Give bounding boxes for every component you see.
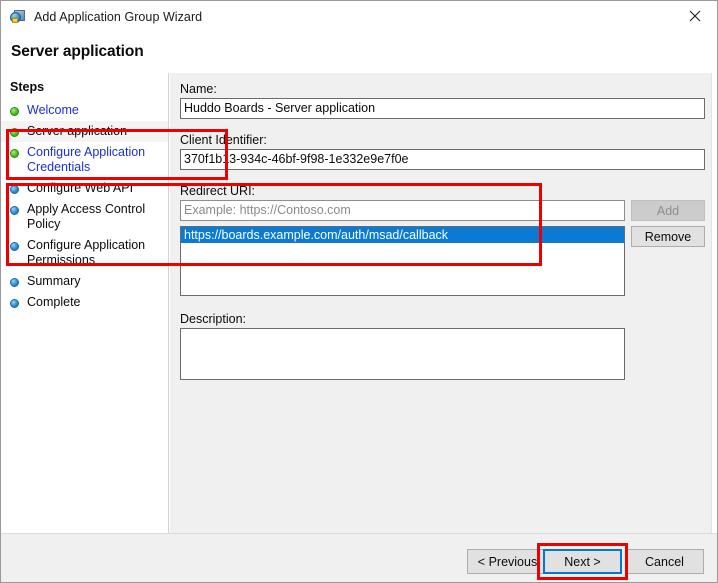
sidebar-item-configure-application-permissions[interactable]: Configure Application Permissions — [1, 235, 168, 271]
sidebar-item-welcome[interactable]: Welcome — [1, 100, 168, 121]
application-group-icon — [10, 9, 26, 25]
next-button[interactable]: Next > — [543, 549, 622, 574]
client-identifier-input[interactable]: 370f1b13-934c-46bf-9f98-1e332e9e7f0e — [180, 149, 705, 170]
sidebar-item-label: Configure Application Credentials — [27, 145, 146, 174]
list-item[interactable]: https://boards.example.com/auth/msad/cal… — [181, 227, 624, 243]
previous-button[interactable]: < Previous — [467, 549, 548, 574]
sidebar-item-label: Apply Access Control Policy — [27, 202, 146, 231]
sidebar-item-label: Configure Web API — [27, 181, 134, 195]
steps-heading: Steps — [10, 80, 45, 94]
step-status-green-icon — [10, 149, 19, 158]
steps-sidebar: Steps Welcome Server application Configu… — [1, 73, 169, 533]
step-status-blue-icon — [10, 299, 19, 308]
name-input[interactable]: Huddo Boards - Server application — [180, 98, 705, 119]
step-status-blue-icon — [10, 185, 19, 194]
wizard-body: Steps Welcome Server application Configu… — [1, 73, 717, 533]
page-title: Server application — [11, 43, 144, 60]
page-header: Server application — [1, 32, 717, 73]
sidebar-item-complete[interactable]: Complete — [1, 292, 168, 313]
add-button[interactable]: Add — [631, 200, 705, 221]
client-identifier-label: Client Identifier: — [180, 133, 267, 147]
step-status-blue-icon — [10, 278, 19, 287]
sidebar-item-server-application[interactable]: Server application — [1, 121, 168, 142]
step-status-blue-icon — [10, 206, 19, 215]
wizard-footer: < Previous Next > Cancel — [1, 533, 717, 582]
sidebar-item-label: Configure Application Permissions — [27, 238, 146, 267]
step-status-blue-icon — [10, 242, 19, 251]
name-label: Name: — [180, 82, 217, 96]
sidebar-item-label: Summary — [27, 274, 81, 288]
redirect-uri-label: Redirect URI: — [180, 184, 256, 198]
sidebar-item-apply-access-control-policy[interactable]: Apply Access Control Policy — [1, 199, 168, 235]
wizard-window: Add Application Group Wizard Server appl… — [0, 0, 718, 583]
close-icon[interactable] — [672, 1, 717, 31]
sidebar-item-summary[interactable]: Summary — [1, 271, 168, 292]
sidebar-item-configure-web-api[interactable]: Configure Web API — [1, 178, 168, 199]
steps-list: Welcome Server application Configure App… — [1, 100, 168, 313]
window-title: Add Application Group Wizard — [34, 9, 203, 24]
sidebar-item-configure-application-credentials[interactable]: Configure Application Credentials — [1, 142, 168, 178]
redirect-uri-input[interactable]: Example: https://Contoso.com — [180, 200, 625, 221]
sidebar-item-label: Welcome — [27, 103, 79, 117]
sidebar-item-label: Complete — [27, 295, 81, 309]
step-status-green-icon — [10, 128, 19, 137]
remove-button[interactable]: Remove — [631, 226, 705, 247]
redirect-uri-listbox[interactable]: https://boards.example.com/auth/msad/cal… — [180, 226, 625, 296]
description-input[interactable] — [180, 328, 625, 380]
right-edge-strip — [711, 73, 717, 533]
description-label: Description: — [180, 312, 246, 326]
cancel-button[interactable]: Cancel — [625, 549, 704, 574]
server-application-form: Name: Huddo Boards - Server application … — [170, 73, 717, 533]
sidebar-item-label: Server application — [27, 124, 128, 138]
title-bar: Add Application Group Wizard — [1, 1, 717, 32]
step-status-green-icon — [10, 107, 19, 116]
